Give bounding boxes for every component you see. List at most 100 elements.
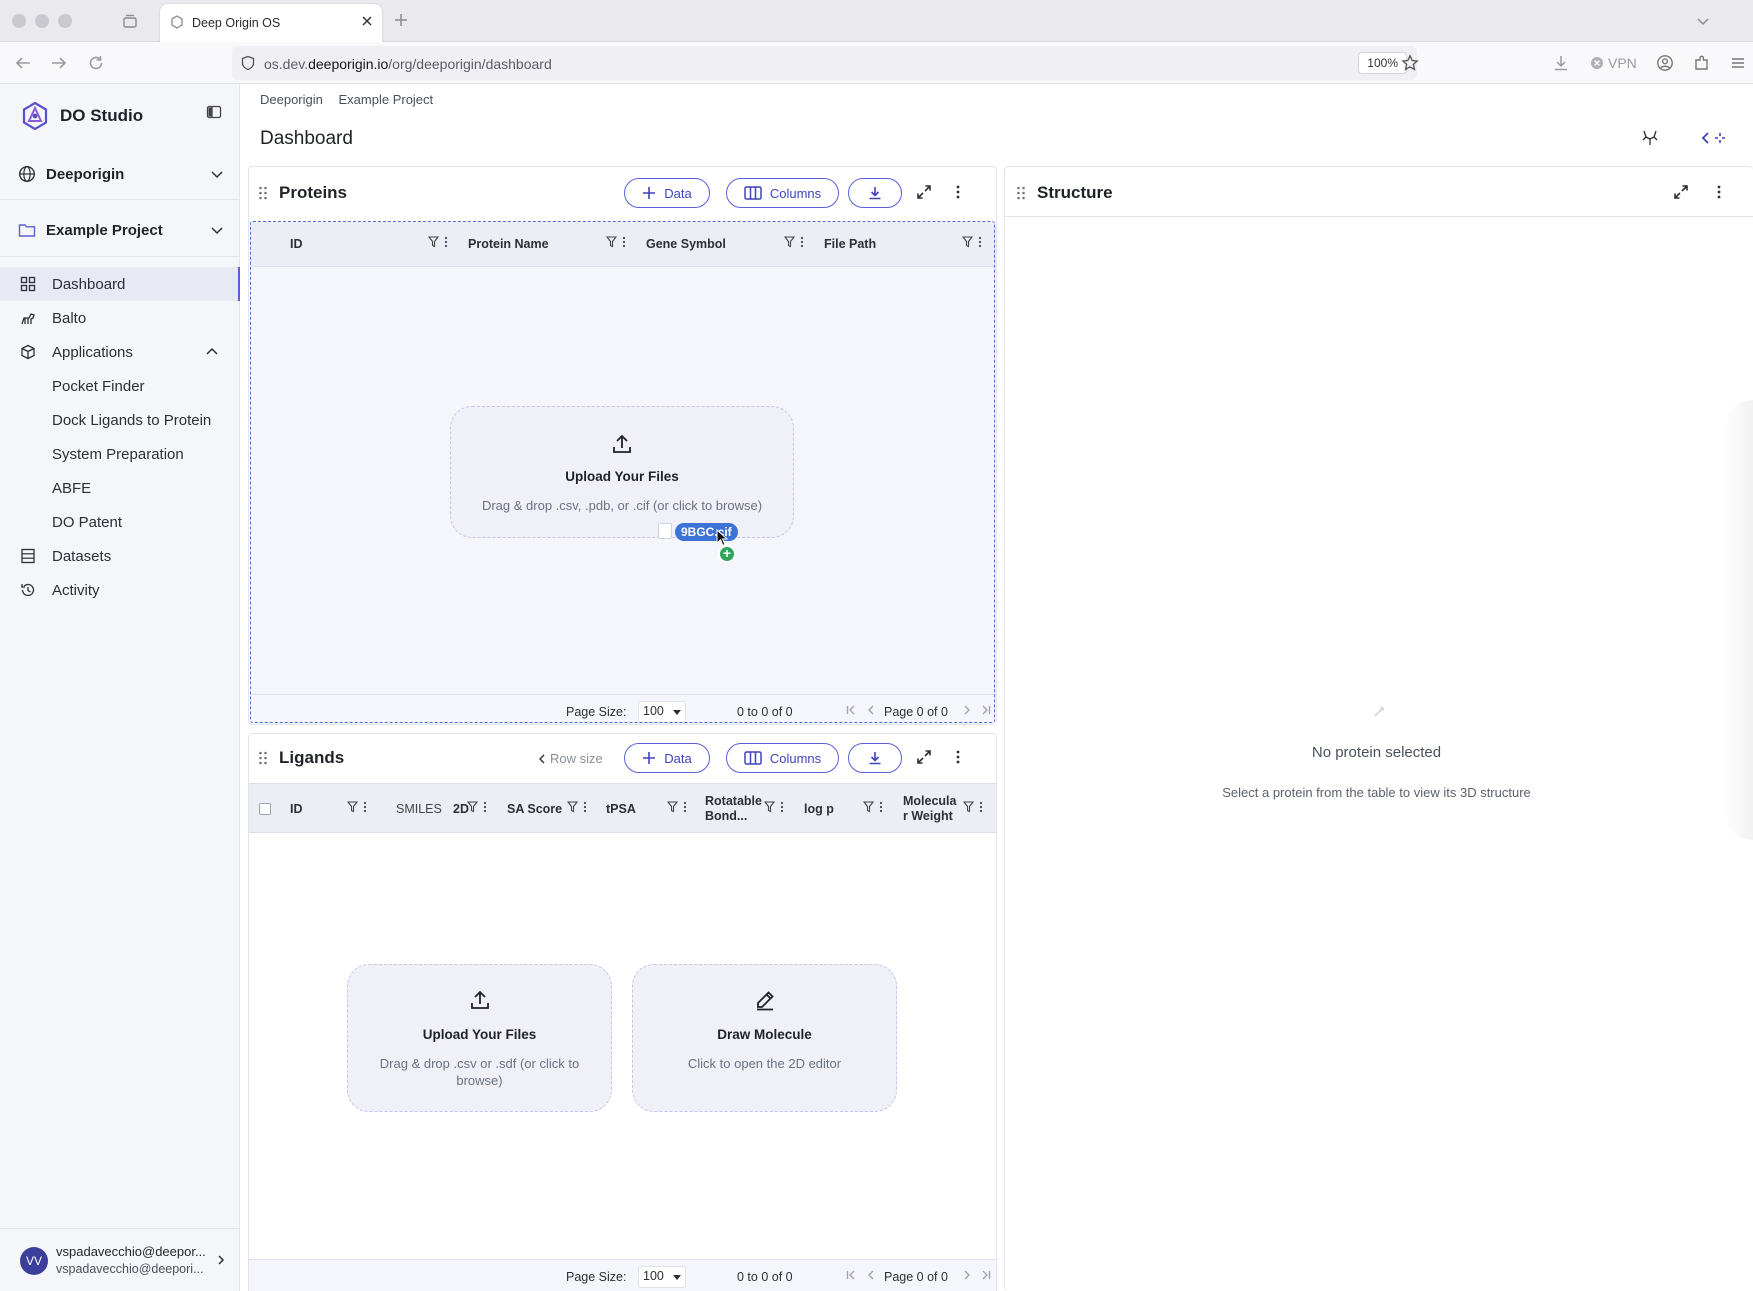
- menu-hamburger-icon[interactable]: [1730, 55, 1746, 71]
- column-header-tpsa[interactable]: tPSA: [606, 802, 636, 816]
- breadcrumb-org[interactable]: Deeporigin: [260, 92, 323, 107]
- close-tab-icon[interactable]: [360, 14, 374, 28]
- empty-state-title: No protein selected: [1311, 744, 1442, 761]
- column-header-sa-score[interactable]: SA Score: [507, 802, 562, 816]
- sidebar-item-abfe[interactable]: ABFE: [52, 480, 91, 497]
- first-page-icon[interactable]: [846, 704, 856, 716]
- window-minimize-control[interactable]: [35, 14, 49, 28]
- drag-handle-icon[interactable]: [258, 750, 268, 766]
- zoom-level[interactable]: 100%: [1358, 52, 1407, 74]
- empty-state-subtitle: Select a protein from the table to view …: [1222, 785, 1531, 800]
- page-size-value: 100: [643, 1269, 664, 1283]
- column-menu[interactable]: [963, 801, 983, 813]
- tab-overview-icon[interactable]: [122, 13, 138, 29]
- chevron-down-icon: [210, 223, 224, 237]
- column-menu[interactable]: [347, 801, 367, 813]
- sidebar-item-dashboard[interactable]: Dashboard: [0, 267, 240, 301]
- column-menu[interactable]: [567, 801, 587, 813]
- brand[interactable]: DO Studio: [20, 100, 143, 132]
- new-tab-icon[interactable]: [394, 13, 408, 27]
- column-header-log-p[interactable]: log p: [804, 802, 834, 816]
- proteins-download-button[interactable]: [848, 178, 902, 208]
- address-bar[interactable]: os.dev.deeporigin.io/org/deeporigin/dash…: [232, 46, 1417, 80]
- row-size-toggle[interactable]: Row size: [538, 751, 603, 766]
- sidebar-collapse-icon[interactable]: [206, 104, 222, 120]
- sidebar-item-activity[interactable]: Activity: [0, 573, 239, 607]
- first-page-icon[interactable]: [846, 1269, 856, 1281]
- last-page-icon[interactable]: [981, 1269, 991, 1281]
- more-options-icon[interactable]: [955, 749, 961, 765]
- page-size-select[interactable]: 100: [638, 1266, 686, 1288]
- draw-molecule-card[interactable]: Draw Molecule Click to open the 2D edito…: [632, 964, 897, 1112]
- forward-icon[interactable]: [50, 55, 68, 71]
- proteins-upload-dropzone[interactable]: Upload Your Files Drag & drop .csv, .pdb…: [450, 406, 794, 538]
- ligands-add-data-button[interactable]: Data: [624, 743, 710, 773]
- reload-icon[interactable]: [87, 54, 105, 72]
- project-selector[interactable]: Example Project: [0, 210, 240, 250]
- column-header-id[interactable]: ID: [290, 237, 303, 251]
- column-header-protein-name[interactable]: Protein Name: [468, 237, 549, 251]
- next-page-icon[interactable]: [962, 704, 972, 716]
- window-close-control[interactable]: [12, 14, 26, 28]
- structure-panel: [1004, 166, 1753, 1291]
- window-maximize-control[interactable]: [58, 14, 72, 28]
- column-menu[interactable]: [863, 801, 883, 813]
- collapse-panel-icon[interactable]: [1700, 130, 1726, 146]
- column-header-id[interactable]: ID: [290, 802, 303, 816]
- expand-icon[interactable]: [1673, 184, 1689, 200]
- proteins-add-data-button[interactable]: Data: [624, 178, 710, 208]
- sidebar-item-applications[interactable]: Applications: [0, 335, 239, 369]
- ligands-columns-button[interactable]: Columns: [726, 743, 839, 773]
- proteins-columns-button[interactable]: Columns: [726, 178, 839, 208]
- prev-page-icon[interactable]: [866, 1269, 876, 1281]
- page-size-select[interactable]: 100: [638, 701, 686, 723]
- drag-handle-icon[interactable]: [1016, 185, 1026, 201]
- page-size-label: Page Size:: [566, 1270, 627, 1284]
- sidebar-item-do-patent[interactable]: DO Patent: [52, 514, 122, 531]
- sidebar-divider: [0, 199, 239, 200]
- bookmark-star-icon[interactable]: [1401, 54, 1419, 72]
- column-header-file-path[interactable]: File Path: [824, 237, 876, 251]
- column-header-rotatable-bonds[interactable]: Rotatable Bond...: [705, 794, 762, 824]
- user-account-row[interactable]: VV vspadavecchio@deepor... vspadavecchio…: [0, 1228, 239, 1291]
- org-selector[interactable]: Deeporigin: [0, 154, 240, 194]
- column-menu[interactable]: [764, 801, 784, 813]
- vpn-button[interactable]: VPN: [1590, 55, 1637, 71]
- column-menu[interactable]: [428, 236, 448, 248]
- sidebar-item-system-preparation[interactable]: System Preparation: [52, 446, 184, 463]
- tab-list-chevron-icon[interactable]: [1696, 14, 1710, 28]
- column-header-gene-symbol[interactable]: Gene Symbol: [646, 237, 726, 251]
- column-menu[interactable]: [784, 236, 804, 248]
- next-page-icon[interactable]: [962, 1269, 972, 1281]
- last-page-icon[interactable]: [981, 704, 991, 716]
- site-shield-icon[interactable]: [240, 55, 256, 71]
- account-icon[interactable]: [1656, 54, 1674, 72]
- sidebar-item-dock-ligands[interactable]: Dock Ligands to Protein: [52, 412, 211, 429]
- sidebar-item-balto[interactable]: Balto: [0, 301, 239, 335]
- ligands-upload-dropzone[interactable]: Upload Your Files Drag & drop .csv or .s…: [347, 964, 612, 1112]
- column-header-molecular-weight[interactable]: Molecula r Weight: [903, 794, 957, 824]
- expand-icon[interactable]: [916, 749, 932, 765]
- downloads-icon[interactable]: [1552, 54, 1570, 72]
- extensions-icon[interactable]: [1693, 54, 1711, 72]
- ligands-download-button[interactable]: [848, 743, 902, 773]
- back-icon[interactable]: [14, 55, 32, 71]
- column-menu[interactable]: [606, 236, 626, 248]
- drag-handle-icon[interactable]: [258, 185, 268, 201]
- select-all-checkbox[interactable]: [259, 803, 271, 815]
- sidebar-item-datasets[interactable]: Datasets: [0, 539, 239, 573]
- breadcrumb-project[interactable]: Example Project: [339, 92, 434, 107]
- molecule-tool-icon[interactable]: [1641, 129, 1659, 147]
- avatar: VV: [20, 1247, 48, 1275]
- column-menu[interactable]: [667, 801, 687, 813]
- expand-icon[interactable]: [916, 184, 932, 200]
- browser-tab[interactable]: Deep Origin OS: [160, 4, 382, 42]
- column-header-smiles[interactable]: SMILES: [396, 802, 442, 816]
- sidebar-item-pocket-finder[interactable]: Pocket Finder: [52, 378, 145, 395]
- column-menu[interactable]: [467, 801, 487, 813]
- column-menu[interactable]: [962, 236, 982, 248]
- filter-icon: [428, 236, 439, 248]
- prev-page-icon[interactable]: [866, 704, 876, 716]
- more-options-icon[interactable]: [955, 184, 961, 200]
- more-options-icon[interactable]: [1716, 184, 1722, 200]
